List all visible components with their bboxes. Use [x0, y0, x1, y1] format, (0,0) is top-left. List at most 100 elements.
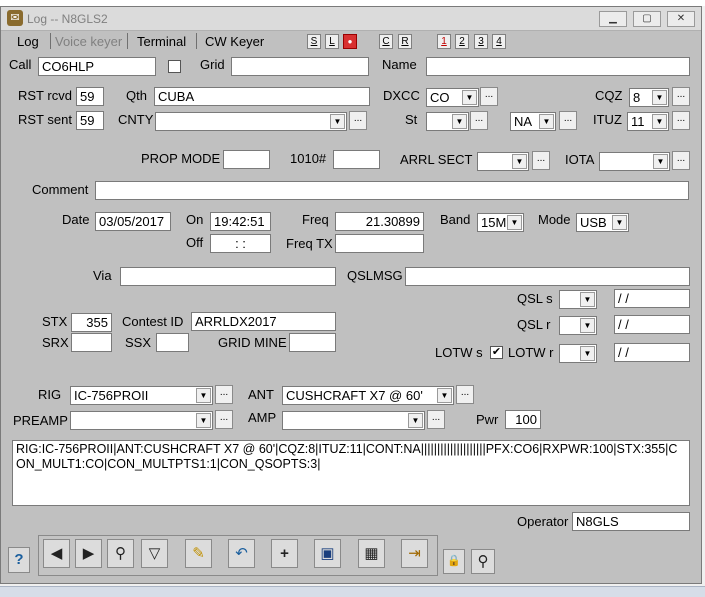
amp-lookup-button[interactable]: ... — [427, 410, 445, 429]
dxcc-lookup-button[interactable]: ... — [480, 87, 498, 106]
undo-icon[interactable]: ↶ — [228, 539, 255, 568]
memory-4-button[interactable]: 4 — [492, 34, 506, 49]
chevron-down-icon[interactable]: ▼ — [462, 90, 477, 105]
cnty-select[interactable]: ▼ — [155, 112, 347, 131]
ant-lookup-button[interactable]: ... — [456, 385, 474, 404]
chevron-down-icon[interactable]: ▼ — [512, 154, 527, 169]
chevron-down-icon[interactable]: ▼ — [580, 318, 595, 333]
st-select[interactable]: ▼ — [426, 112, 469, 131]
grid-field[interactable] — [231, 57, 369, 76]
rst-sent-field[interactable]: 59 — [76, 111, 104, 130]
r-button[interactable]: R — [398, 34, 412, 49]
chevron-down-icon[interactable]: ▼ — [652, 114, 667, 129]
filter-icon[interactable]: ▽ — [141, 539, 168, 568]
lock-icon[interactable]: 🔒 — [443, 549, 465, 574]
rig-select[interactable]: IC-756PROII ▼ — [70, 386, 213, 405]
exit-icon[interactable]: ⇥ — [401, 539, 428, 568]
rst-rcvd-field[interactable]: 59 — [76, 87, 104, 106]
iota-select[interactable]: ▼ — [599, 152, 670, 171]
qsl-r-select[interactable]: ▼ — [559, 316, 597, 335]
chevron-down-icon[interactable]: ▼ — [580, 292, 595, 307]
ten-ten-field[interactable] — [333, 150, 380, 169]
time-on-field[interactable]: 19:42:51 — [210, 212, 271, 231]
rig-lookup-button[interactable]: ... — [215, 385, 233, 404]
iota-lookup-button[interactable]: ... — [672, 151, 690, 170]
ssx-field[interactable] — [156, 333, 189, 352]
cnty-lookup-button[interactable]: ... — [349, 111, 367, 130]
lotw-r-select[interactable]: ▼ — [559, 344, 597, 363]
person-icon[interactable]: ⚲ — [471, 549, 495, 574]
maximize-icon[interactable]: ▢ — [633, 11, 661, 27]
memory-2-button[interactable]: 2 — [455, 34, 469, 49]
chevron-down-icon[interactable]: ▼ — [612, 215, 627, 230]
chevron-down-icon[interactable]: ▼ — [196, 388, 211, 403]
chevron-down-icon[interactable]: ▼ — [652, 90, 667, 105]
name-field[interactable] — [426, 57, 690, 76]
chevron-down-icon[interactable]: ▼ — [452, 114, 467, 129]
tab-log[interactable]: Log — [17, 33, 39, 50]
grid-view-icon[interactable]: ▦ — [358, 539, 385, 568]
preamp-select[interactable]: ▼ — [70, 411, 213, 430]
cqz-lookup-button[interactable]: ... — [672, 87, 690, 106]
call-field[interactable]: CO6HLP — [38, 57, 156, 76]
arrl-sect-lookup-button[interactable]: ... — [532, 151, 550, 170]
tab-voice-keyer[interactable]: Voice keyer — [55, 33, 122, 50]
qsl-s-date-field[interactable]: / / — [614, 289, 690, 308]
chevron-down-icon[interactable]: ▼ — [437, 388, 452, 403]
tab-cw-keyer[interactable]: CW Keyer — [205, 33, 264, 50]
memory-3-button[interactable]: 3 — [474, 34, 488, 49]
pwr-field[interactable]: 100 — [505, 410, 541, 429]
next-icon[interactable]: ▶ — [75, 539, 102, 568]
band-select[interactable]: 15M ▼ — [477, 213, 524, 232]
stx-field[interactable]: 355 — [71, 313, 112, 332]
chevron-down-icon[interactable]: ▼ — [330, 114, 345, 129]
lotw-r-date-field[interactable]: / / — [614, 343, 690, 362]
time-off-field[interactable]: : : — [210, 234, 271, 253]
call-checkbox[interactable] — [168, 60, 181, 73]
previous-icon[interactable]: ◀ — [43, 539, 70, 568]
ituz-lookup-button[interactable]: ... — [672, 111, 690, 130]
qsl-r-date-field[interactable]: / / — [614, 315, 690, 334]
save-icon[interactable]: ▣ — [314, 539, 341, 568]
srx-field[interactable] — [71, 333, 112, 352]
chevron-down-icon[interactable]: ▼ — [539, 114, 554, 129]
add-icon[interactable]: + — [271, 539, 298, 568]
arrl-sect-select[interactable]: ▼ — [477, 152, 529, 171]
help-icon[interactable]: ? — [8, 547, 30, 573]
chevron-down-icon[interactable]: ▼ — [507, 215, 522, 230]
ituz-select[interactable]: 11 ▼ — [627, 112, 669, 131]
l-button[interactable]: L — [325, 34, 339, 49]
contest-id-field[interactable]: ARRLDX2017 — [191, 312, 336, 331]
lotw-s-checkbox[interactable]: ✔ — [490, 346, 503, 359]
close-icon[interactable]: ✕ — [667, 11, 695, 27]
chevron-down-icon[interactable]: ▼ — [580, 346, 595, 361]
cqz-select[interactable]: 8 ▼ — [629, 88, 669, 107]
chevron-down-icon[interactable]: ▼ — [653, 154, 668, 169]
prop-mode-field[interactable] — [223, 150, 270, 169]
find-icon[interactable]: ⚲ — [107, 539, 134, 568]
qslmsg-field[interactable] — [405, 267, 690, 286]
edit-icon[interactable]: ✎ — [185, 539, 212, 568]
tab-terminal[interactable]: Terminal — [137, 33, 186, 50]
qso-details-memo[interactable]: RIG:IC-756PROII|ANT:CUSHCRAFT X7 @ 60'|C… — [12, 440, 690, 506]
minimize-icon[interactable]: ▁ — [599, 11, 627, 27]
chevron-down-icon[interactable]: ▼ — [408, 413, 423, 428]
freq-field[interactable]: 21.30899 — [335, 212, 424, 231]
qth-field[interactable]: CUBA — [154, 87, 370, 106]
chevron-down-icon[interactable]: ▼ — [196, 413, 211, 428]
preamp-lookup-button[interactable]: ... — [215, 410, 233, 429]
continent-lookup-button[interactable]: ... — [559, 111, 577, 130]
qsl-s-select[interactable]: ▼ — [559, 290, 597, 309]
dxcc-select[interactable]: CO ▼ — [426, 88, 479, 107]
amp-select[interactable]: ▼ — [282, 411, 425, 430]
mode-select[interactable]: USB ▼ — [576, 213, 629, 232]
memory-1-button[interactable]: 1 — [437, 34, 451, 49]
date-field[interactable]: 03/05/2017 — [95, 212, 171, 231]
st-lookup-button[interactable]: ... — [470, 111, 488, 130]
comment-field[interactable] — [95, 181, 689, 200]
continent-select[interactable]: NA ▼ — [510, 112, 556, 131]
ant-select[interactable]: CUSHCRAFT X7 @ 60' ▼ — [282, 386, 454, 405]
freq-tx-field[interactable] — [335, 234, 424, 253]
grid-mine-field[interactable] — [289, 333, 336, 352]
record-icon[interactable]: ● — [343, 34, 357, 49]
